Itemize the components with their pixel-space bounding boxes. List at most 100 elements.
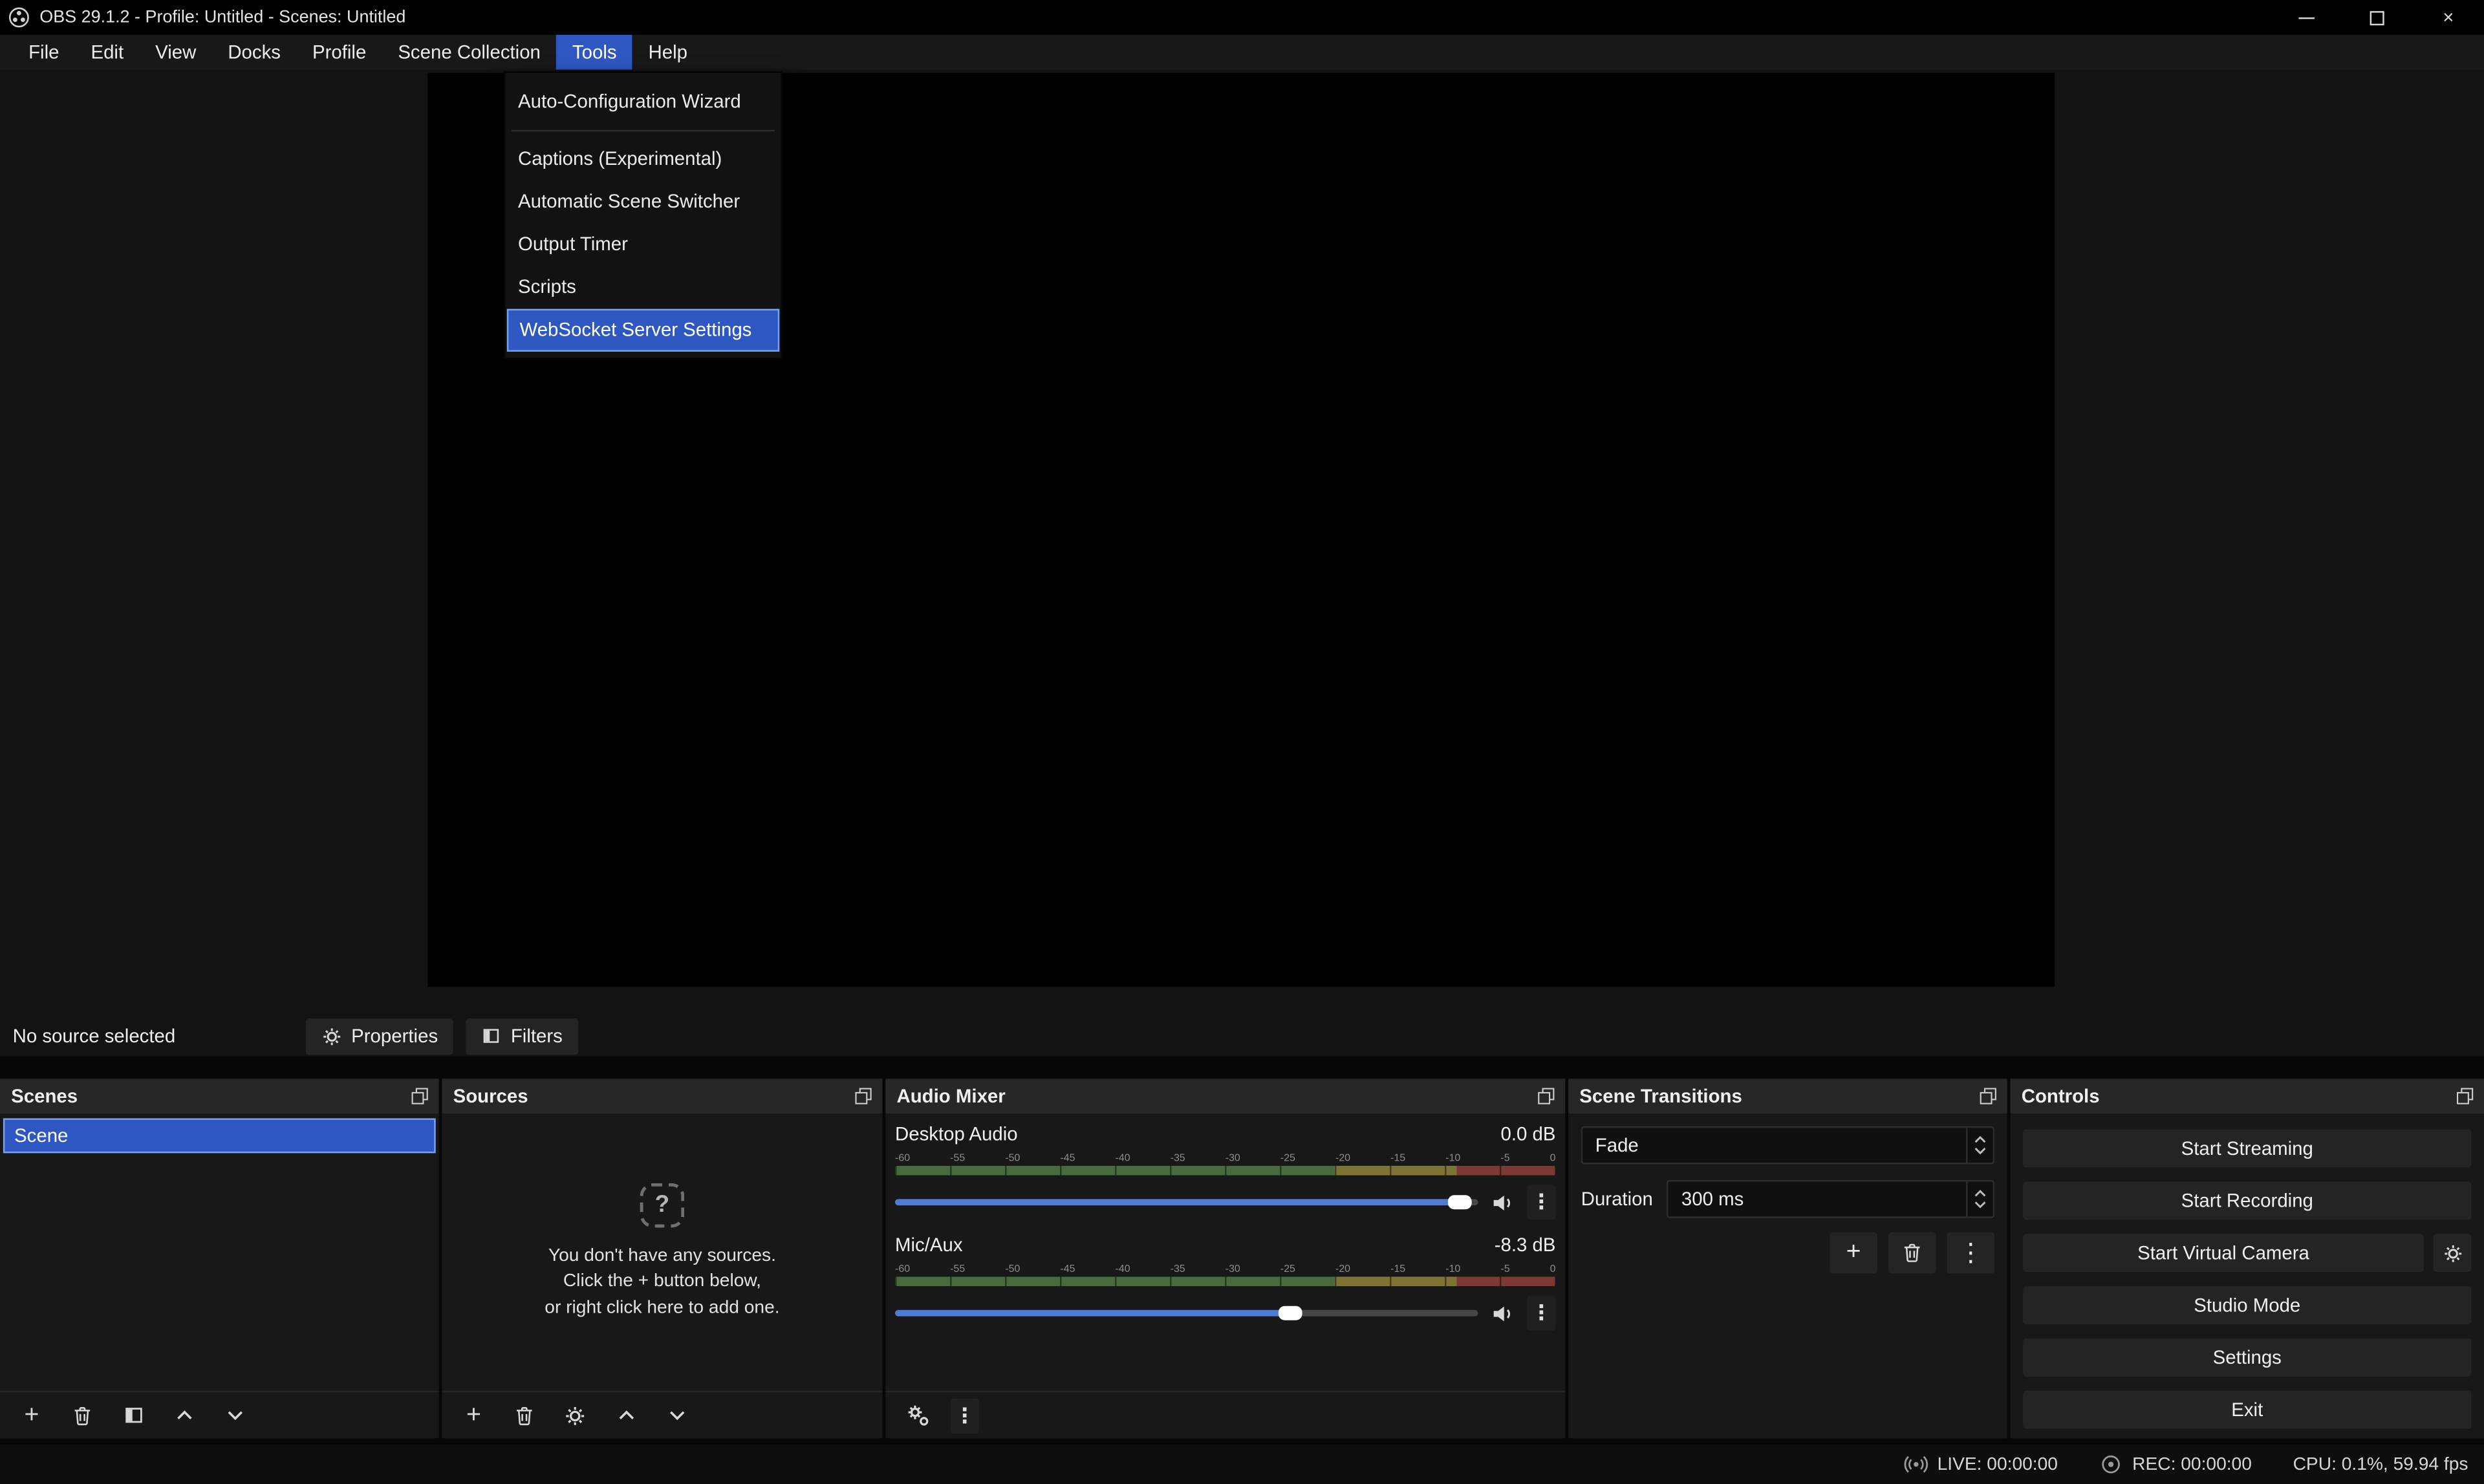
rec-time: REC: 00:00:00 bbox=[2132, 1455, 2252, 1474]
start-recording-button[interactable]: Start Recording bbox=[2023, 1181, 2471, 1220]
speaker-icon[interactable] bbox=[1491, 1301, 1515, 1325]
meter-tick: -15 bbox=[1390, 1153, 1405, 1164]
popout-icon[interactable] bbox=[2456, 1086, 2474, 1105]
properties-button[interactable]: Properties bbox=[305, 1018, 454, 1054]
menu-item-automatic-scene-switcher[interactable]: Automatic Scene Switcher bbox=[505, 180, 781, 223]
popout-icon[interactable] bbox=[1537, 1086, 1555, 1105]
transition-options-button[interactable]: ⋮ bbox=[1947, 1232, 1994, 1274]
remove-source-button[interactable] bbox=[507, 1398, 542, 1433]
duration-value: 300 ms bbox=[1669, 1188, 1966, 1210]
menu-docks[interactable]: Docks bbox=[212, 35, 297, 70]
volume-meter bbox=[895, 1276, 1555, 1286]
scene-transitions-panel-header[interactable]: Scene Transitions bbox=[1568, 1079, 2007, 1113]
menu-item-auto-configuration-wizard[interactable]: Auto-Configuration Wizard bbox=[505, 81, 781, 124]
move-scene-down-button[interactable] bbox=[217, 1398, 252, 1433]
docks: Scenes Scene + bbox=[0, 1057, 2484, 1445]
volume-slider[interactable] bbox=[895, 1199, 1478, 1205]
volume-slider[interactable] bbox=[895, 1310, 1478, 1317]
menu-file[interactable]: File bbox=[13, 35, 75, 70]
obs-logo-icon bbox=[8, 6, 30, 28]
menu-item-output-timer[interactable]: Output Timer bbox=[505, 223, 781, 266]
window-title: OBS 29.1.2 - Profile: Untitled - Scenes:… bbox=[39, 8, 405, 27]
duration-spinbox[interactable]: 300 ms bbox=[1667, 1180, 1994, 1218]
start-virtual-camera-button[interactable]: Start Virtual Camera bbox=[2023, 1234, 2424, 1272]
channel-level: -8.3 dB bbox=[1495, 1234, 1556, 1256]
menu-view[interactable]: View bbox=[140, 35, 212, 70]
popout-icon[interactable] bbox=[854, 1086, 872, 1105]
close-button[interactable]: × bbox=[2413, 0, 2484, 35]
meter-tick: -50 bbox=[1005, 1153, 1020, 1164]
meter-tick: -10 bbox=[1445, 1264, 1460, 1275]
channel-name: Desktop Audio bbox=[895, 1123, 1018, 1145]
combo-arrows-icon bbox=[1966, 1128, 1993, 1163]
speaker-icon[interactable] bbox=[1491, 1190, 1515, 1214]
rec-status: REC: 00:00:00 bbox=[2099, 1452, 2252, 1476]
controls-panel-header[interactable]: Controls bbox=[2011, 1079, 2484, 1113]
channel-options-button[interactable]: ⋮ bbox=[1527, 1296, 1555, 1331]
scene-transitions-panel: Scene Transitions Fade Duration 300 ms bbox=[1568, 1079, 2007, 1438]
move-source-up-button[interactable] bbox=[609, 1398, 643, 1433]
meter-tick: -5 bbox=[1500, 1153, 1509, 1164]
meter-tick: -35 bbox=[1171, 1264, 1185, 1275]
popout-icon[interactable] bbox=[410, 1086, 429, 1105]
sources-list[interactable]: ? You don't have any sources. Click the … bbox=[442, 1113, 882, 1391]
gear-icon bbox=[321, 1026, 342, 1046]
mixer-body: Desktop Audio 0.0 dB -60-55-50-45-40-35-… bbox=[885, 1113, 1565, 1391]
add-source-button[interactable]: + bbox=[456, 1398, 491, 1433]
volume-slider-handle[interactable] bbox=[1279, 1306, 1302, 1320]
volume-slider-fill bbox=[895, 1310, 1291, 1317]
sources-panel-header[interactable]: Sources bbox=[442, 1079, 882, 1113]
minimize-button[interactable] bbox=[2270, 0, 2341, 35]
studio-mode-button[interactable]: Studio Mode bbox=[2023, 1286, 2471, 1324]
sources-toolbar: + bbox=[442, 1391, 882, 1438]
transition-select[interactable]: Fade bbox=[1581, 1126, 1994, 1165]
volume-meter bbox=[895, 1166, 1555, 1176]
popout-icon[interactable] bbox=[1979, 1086, 1998, 1105]
sources-empty-line: Click the + button below, bbox=[563, 1269, 761, 1295]
controls-body: Start Streaming Start Recording Start Vi… bbox=[2011, 1113, 2484, 1438]
settings-button[interactable]: Settings bbox=[2023, 1339, 2471, 1377]
spin-arrows-icon[interactable] bbox=[1966, 1181, 1993, 1216]
menu-tools[interactable]: Tools bbox=[556, 35, 632, 70]
remove-scene-button[interactable] bbox=[65, 1398, 100, 1433]
meter-tick: -25 bbox=[1280, 1153, 1295, 1164]
scene-filters-button[interactable] bbox=[116, 1398, 151, 1433]
audio-mixer-panel-header[interactable]: Audio Mixer bbox=[885, 1079, 1565, 1113]
menu-separator bbox=[512, 130, 775, 131]
mixer-channel-mic-aux: Mic/Aux -8.3 dB -60-55-50-45-40-35-30-25… bbox=[895, 1234, 1555, 1328]
mixer-channel-desktop-audio: Desktop Audio 0.0 dB -60-55-50-45-40-35-… bbox=[895, 1123, 1555, 1217]
maximize-icon bbox=[2370, 10, 2384, 25]
panel-title: Scenes bbox=[11, 1085, 78, 1107]
meter-tick: -30 bbox=[1226, 1264, 1240, 1275]
menu-help[interactable]: Help bbox=[632, 35, 703, 70]
menu-edit[interactable]: Edit bbox=[75, 35, 140, 70]
start-streaming-button[interactable]: Start Streaming bbox=[2023, 1130, 2471, 1168]
scenes-panel-header[interactable]: Scenes bbox=[0, 1079, 439, 1113]
volume-slider-handle[interactable] bbox=[1448, 1195, 1472, 1209]
virtual-camera-settings-button[interactable] bbox=[2434, 1234, 2472, 1272]
scene-list-item-selected[interactable]: Scene bbox=[3, 1118, 436, 1153]
broadcast-icon bbox=[1904, 1452, 1928, 1476]
scenes-list[interactable]: Scene bbox=[0, 1113, 439, 1391]
controls-panel: Controls Start Streaming Start Recording… bbox=[2011, 1079, 2484, 1438]
exit-button[interactable]: Exit bbox=[2023, 1391, 2471, 1429]
move-source-down-button[interactable] bbox=[659, 1398, 694, 1433]
menu-profile[interactable]: Profile bbox=[296, 35, 382, 70]
menu-scene-collection[interactable]: Scene Collection bbox=[382, 35, 557, 70]
remove-transition-button[interactable] bbox=[1888, 1232, 1936, 1274]
menu-item-captions[interactable]: Captions (Experimental) bbox=[505, 138, 781, 180]
channel-options-button[interactable]: ⋮ bbox=[1527, 1185, 1555, 1220]
mixer-options-button[interactable]: ⋮ bbox=[951, 1398, 979, 1433]
add-scene-button[interactable]: + bbox=[14, 1398, 49, 1433]
meter-tick: -40 bbox=[1116, 1153, 1130, 1164]
sources-empty-line: or right click here to add one. bbox=[545, 1295, 779, 1321]
menu-item-websocket-server-settings[interactable]: WebSocket Server Settings bbox=[507, 309, 779, 352]
source-properties-button[interactable] bbox=[557, 1398, 592, 1433]
filters-button[interactable]: Filters bbox=[466, 1018, 578, 1054]
advanced-audio-button[interactable] bbox=[900, 1398, 934, 1433]
maximize-button[interactable] bbox=[2342, 0, 2413, 35]
menu-item-scripts[interactable]: Scripts bbox=[505, 266, 781, 309]
add-transition-button[interactable]: + bbox=[1830, 1232, 1877, 1274]
move-scene-up-button[interactable] bbox=[166, 1398, 201, 1433]
mixer-toolbar: ⋮ bbox=[885, 1391, 1565, 1438]
